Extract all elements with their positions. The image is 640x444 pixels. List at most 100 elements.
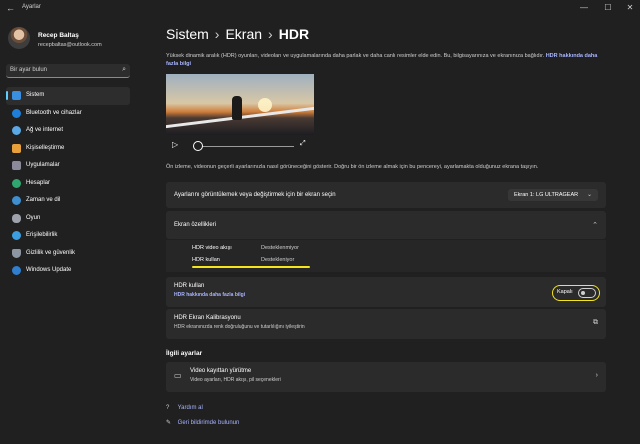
back-arrow-icon[interactable]: ← [6,3,15,13]
title-bar: ← Ayarlar — ☐ ✕ [0,0,640,16]
globe-icon [12,196,21,205]
sidebar-item-label: Bluetooth ve cihazlar [26,109,82,116]
property-key: HDR video akışı [192,245,232,251]
display-dropdown[interactable]: Ekran 1: LG ULTRAGEAR ⌄ [508,189,598,201]
search-input[interactable]: Bir ayar bulun ⌕ [6,64,130,78]
chevron-down-icon: ⌄ [586,192,592,198]
network-icon [12,126,21,135]
breadcrumb-separator: › [268,26,273,42]
toggle-knob [581,291,585,295]
chevron-up-icon: ⌃ [592,222,598,229]
highlight-underline [192,266,310,268]
use-hdr-info-link[interactable]: HDR hakkında daha fazla bilgi [174,292,245,298]
user-email: recepbaltas@outlook.com [38,42,102,48]
sidebar-item-bluetooth[interactable]: Bluetooth ve cihazlar [6,105,130,123]
toggle-state-label: Kapalı [557,289,573,295]
avatar[interactable] [8,27,30,49]
sidebar-item-personalization[interactable]: Kişiselleştirme [6,140,130,158]
use-hdr-toggle[interactable] [578,288,596,298]
brush-icon [12,143,21,153]
help-icon: ? [166,405,170,411]
update-icon [12,266,21,275]
open-external-icon: ⧉ [593,319,598,326]
sidebar-item-label: Gizlilik ve güvenlik [26,249,76,256]
sidebar-item-accounts[interactable]: Hesaplar [6,175,130,193]
video-playback-subtitle: Video ayarları, HDR akışı, pil seçenekle… [190,377,281,383]
accounts-icon [12,178,21,188]
shield-icon [12,248,21,258]
sidebar-item-label: Kişiselleştirme [26,144,65,151]
accessibility-icon [12,231,21,240]
hdr-preview-video[interactable] [166,74,314,135]
video-playback-card[interactable]: ▭ Video kayıttan yürütme Video ayarları,… [166,362,606,392]
get-help-link[interactable]: Yardım al [178,405,203,411]
use-hdr-card: HDR kullan HDR hakkında daha fazla bilgi… [166,277,606,307]
sidebar-item-windows-update[interactable]: Windows Update [6,262,130,280]
seek-handle[interactable] [193,141,203,151]
page-title: HDR [278,26,310,42]
fullscreen-icon[interactable]: ⤢ [300,140,306,148]
calibration-subtitle: HDR ekranınızda renk doğruluğunu ve tuta… [174,324,305,330]
system-icon [12,91,21,100]
display-select-card: Ayarlarını görüntülemek veya değiştirmek… [166,182,606,208]
close-icon[interactable]: ✕ [624,3,636,12]
feedback-row[interactable]: ✎ Geri bildirimde bulunun [166,419,239,426]
sidebar-item-label: Zaman ve dil [26,197,61,203]
bluetooth-icon [12,108,21,118]
video-icon: ▭ [174,371,182,380]
play-icon[interactable]: ▷ [172,140,178,149]
get-help-row[interactable]: ? Yardım al [166,405,203,411]
seek-track[interactable] [196,146,294,147]
maximize-icon[interactable]: ☐ [602,3,614,12]
preview-note: Ön izleme, videonun geçerli ayarlarınızl… [166,164,539,170]
chevron-right-icon: › [595,372,598,379]
sidebar-item-network[interactable]: Ağ ve internet [6,122,130,140]
settings-window: ← Ayarlar — ☐ ✕ Recep Baltaş recepbaltas… [0,0,640,444]
breadcrumb-separator: › [214,26,220,42]
display-properties-title: Ekran özellikleri [174,222,217,228]
calibration-title: HDR Ekran Kalibrasyonu [174,315,241,321]
user-name: Recep Baltaş [38,32,79,39]
search-placeholder: Bir ayar bulun [10,67,48,73]
display-properties-header[interactable]: Ekran özellikleri ⌃ [166,211,606,239]
breadcrumb-sistem[interactable]: Sistem [166,26,209,42]
video-playback-title: Video kayıttan yürütme [190,368,252,374]
breadcrumb: Sistem › Ekran › HDR [166,26,309,42]
description-text: Yüksek dinamik aralık (HDR) oyunları, vi… [166,53,546,59]
sidebar-item-gaming[interactable]: Oyun [6,210,130,228]
related-settings-heading: İlgili ayarlar [166,350,203,357]
person-silhouette [232,96,242,120]
sun-image [258,98,272,112]
gamepad-icon [12,213,21,223]
feedback-link[interactable]: Geri bildirimde bulunun [178,420,240,426]
app-title: Ayarlar [22,4,41,10]
sidebar-item-label: Erişilebilirlik [26,232,58,238]
sidebar-item-accessibility[interactable]: Erişilebilirlik [6,227,130,245]
property-value: Desteklenmiyor [261,245,299,251]
calibration-card[interactable]: HDR Ekran Kalibrasyonu HDR ekranınızda r… [166,309,606,339]
apps-icon [12,161,21,170]
search-icon: ⌕ [122,66,126,73]
sidebar-item-label: Hesaplar [26,179,51,186]
sidebar-item-apps[interactable]: Uygulamalar [6,157,130,175]
sidebar-item-label: Oyun [26,214,41,221]
display-select-label: Ayarlarını görüntülemek veya değiştirmek… [174,192,336,198]
sidebar-item-label: Uygulamalar [26,162,60,168]
sidebar: Recep Baltaş recepbaltas@outlook.com Bir… [0,16,160,444]
hdr-description: Yüksek dinamik aralık (HDR) oyunları, vi… [166,52,606,68]
sidebar-nav: Sistem Bluetooth ve cihazlar Ağ ve inter… [6,87,130,280]
sidebar-item-label: Ağ ve internet [26,127,64,133]
breadcrumb-ekran[interactable]: Ekran [225,26,262,42]
property-value: Destekleniyor [261,257,295,263]
sidebar-item-privacy[interactable]: Gizlilik ve güvenlik [6,245,130,263]
sidebar-item-sistem[interactable]: Sistem [6,87,130,105]
sidebar-item-label: Windows Update [26,267,72,273]
feedback-icon: ✎ [166,420,172,426]
sidebar-item-label: Sistem [26,92,45,98]
minimize-icon[interactable]: — [578,3,590,12]
sidebar-item-time-language[interactable]: Zaman ve dil [6,192,130,210]
use-hdr-title: HDR kullan [174,283,205,289]
hdr-toggle-highlight: Kapalı [552,285,600,301]
display-dropdown-value: Ekran 1: LG ULTRAGEAR [514,192,579,198]
video-controls: ▷ ⤢ [166,140,314,152]
